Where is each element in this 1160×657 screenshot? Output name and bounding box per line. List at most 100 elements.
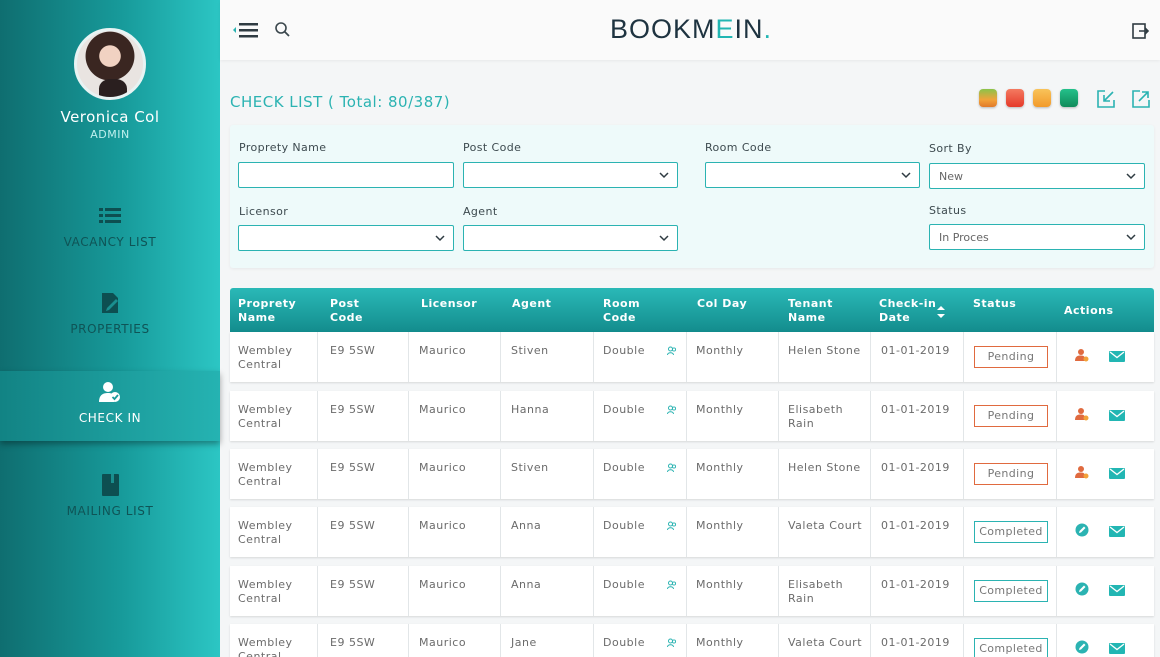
agent-select[interactable]	[463, 225, 678, 251]
cell-room: Double	[603, 519, 645, 532]
search-icon[interactable]	[274, 21, 292, 39]
status-badge: Pending	[974, 346, 1048, 368]
table-row[interactable]: Wembley Central E9 5SW Maurico Anna Double Mo…	[230, 507, 1154, 557]
status-label: Status	[929, 204, 967, 217]
sidebar-item-properties[interactable]: PROPERTIES	[0, 292, 220, 362]
edit-icon[interactable]	[1075, 640, 1089, 654]
room-occupants-icon[interactable]	[667, 405, 677, 415]
property-name-label: Proprety Name	[239, 141, 327, 154]
table-row[interactable]: Wembley Central E9 5SW Maurico Hanna Double M…	[230, 391, 1154, 441]
cell-post-code: E9 5SW	[330, 344, 376, 357]
cell-tenant: Helen Stone	[788, 344, 861, 357]
cell-licensor: Maurico	[419, 578, 467, 591]
header-text: Status	[973, 297, 1017, 310]
cell-room: Double	[603, 344, 645, 357]
chevron-down-icon	[1126, 173, 1136, 180]
chevron-down-icon	[659, 235, 669, 242]
cell-licensor: Maurico	[419, 461, 467, 474]
cell-col-day: Monthly	[696, 403, 744, 416]
edit-icon[interactable]	[1075, 523, 1089, 537]
export-icon[interactable]	[1131, 89, 1151, 109]
cell-licensor: Maurico	[419, 403, 467, 416]
sidebar-item-label: VACANCY LIST	[63, 235, 157, 249]
mail-icon[interactable]	[1109, 643, 1125, 654]
color-filter-red[interactable]	[1006, 89, 1024, 107]
logout-icon[interactable]	[1132, 22, 1150, 40]
menu-toggle-icon[interactable]	[232, 20, 260, 40]
table-row[interactable]: Wembley Central E9 5SW Maurico Anna Double Mo…	[230, 566, 1154, 616]
edit-document-icon	[102, 293, 118, 313]
cell-property: Wembley Central	[238, 519, 293, 546]
column-header-room-code[interactable]: Room Code	[603, 297, 640, 325]
sidebar-item-vacancy-list[interactable]: VACANCY LIST	[0, 205, 220, 275]
room-occupants-icon[interactable]	[667, 346, 677, 356]
cell-licensor: Maurico	[419, 344, 467, 357]
cell-tenant: Helen Stone	[788, 461, 861, 474]
cell-room: Double	[603, 461, 645, 474]
cell-col-day: Monthly	[696, 344, 744, 357]
room-occupants-icon[interactable]	[667, 580, 677, 590]
user-avatar[interactable]	[74, 28, 146, 100]
color-filter-orange[interactable]	[979, 89, 997, 107]
mail-icon[interactable]	[1109, 585, 1125, 596]
sort-by-label: Sort By	[929, 142, 972, 155]
sidebar-item-check-in[interactable]: CHECK IN	[0, 371, 220, 441]
cell-post-code: E9 5SW	[330, 461, 376, 474]
status-select[interactable]: In Proces	[929, 224, 1145, 250]
cell-property: Wembley Central	[238, 344, 293, 371]
color-filter-amber[interactable]	[1033, 89, 1051, 107]
top-bar: BOOKMEIN.	[220, 0, 1160, 60]
mail-icon[interactable]	[1109, 410, 1125, 421]
logo-dot: .	[763, 14, 773, 44]
column-header-status[interactable]: Status	[973, 297, 1016, 311]
column-header-col-day[interactable]: Col Day	[697, 297, 747, 311]
table-row[interactable]: Wembley Central E9 5SW Maurico Stiven Double…	[230, 449, 1154, 499]
column-header-check-in-date[interactable]: Check-in Date	[879, 297, 936, 325]
table-row[interactable]: Wembley Central E9 5SW Maurico Jane Double Mo…	[230, 624, 1154, 657]
mail-icon[interactable]	[1109, 351, 1125, 362]
room-occupants-icon[interactable]	[667, 463, 677, 473]
cell-col-day: Monthly	[696, 636, 744, 649]
table-row[interactable]: Wembley Central E9 5SW Maurico Stiven Double…	[230, 332, 1154, 382]
sidebar-item-label: PROPERTIES	[70, 322, 150, 336]
column-header-agent[interactable]: Agent	[512, 297, 551, 311]
cell-room: Double	[603, 403, 645, 416]
header-text: Room Code	[603, 297, 641, 324]
sort-by-value: New	[939, 170, 963, 183]
mail-icon[interactable]	[1109, 468, 1125, 479]
header-text: Tenant Name	[788, 297, 833, 324]
sidebar-item-mailing-list[interactable]: MAILING LIST	[0, 474, 220, 544]
cell-post-code: E9 5SW	[330, 403, 376, 416]
app-logo[interactable]: BOOKMEIN.	[610, 14, 772, 45]
room-code-select[interactable]	[705, 162, 920, 188]
licensor-select[interactable]	[238, 225, 454, 251]
room-occupants-icon[interactable]	[667, 521, 677, 531]
property-name-input[interactable]	[238, 162, 454, 188]
color-filter-green[interactable]	[1060, 89, 1078, 107]
cell-property: Wembley Central	[238, 403, 293, 430]
post-code-select[interactable]	[463, 162, 678, 188]
mail-icon[interactable]	[1109, 526, 1125, 537]
edit-icon[interactable]	[1075, 582, 1089, 596]
import-icon[interactable]	[1096, 89, 1116, 109]
sidebar-item-label: MAILING LIST	[66, 504, 154, 518]
cell-agent: Anna	[511, 578, 542, 591]
room-occupants-icon[interactable]	[667, 638, 677, 648]
column-header-post-code[interactable]: Post Code	[330, 297, 363, 325]
sidebar-item-label: CHECK IN	[78, 411, 142, 425]
sort-icon[interactable]	[936, 305, 946, 319]
user-check-icon	[99, 382, 120, 402]
sort-by-select[interactable]: New	[929, 163, 1145, 189]
cell-post-code: E9 5SW	[330, 636, 376, 649]
column-header-licensor[interactable]: Licensor	[421, 297, 477, 311]
table-header: Proprety Name Post Code Licensor Agent R…	[230, 288, 1154, 332]
assign-user-icon[interactable]	[1075, 348, 1089, 362]
assign-user-icon[interactable]	[1075, 465, 1089, 479]
column-header-tenant[interactable]: Tenant Name	[788, 297, 833, 325]
chevron-down-icon	[901, 172, 911, 179]
cell-date: 01-01-2019	[881, 344, 950, 357]
column-header-property[interactable]: Proprety Name	[238, 297, 296, 325]
cell-post-code: E9 5SW	[330, 519, 376, 532]
assign-user-icon[interactable]	[1075, 407, 1089, 421]
cell-date: 01-01-2019	[881, 636, 950, 649]
